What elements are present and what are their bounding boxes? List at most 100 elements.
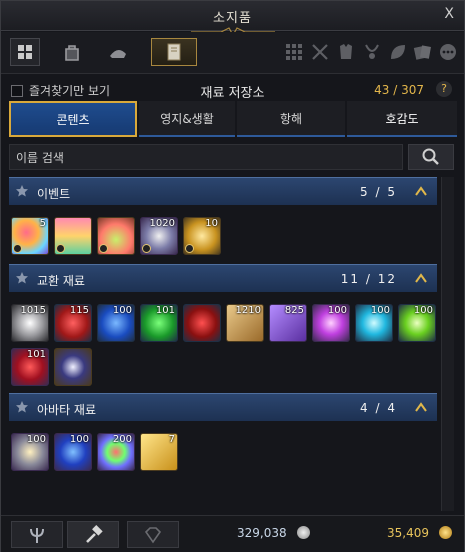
item-quantity: 115 — [69, 305, 89, 316]
item-quantity: 100 — [112, 305, 132, 316]
close-button[interactable]: X — [444, 6, 454, 22]
pet-tab[interactable] — [103, 38, 133, 66]
item-quantity: 101 — [155, 305, 175, 316]
favorite-star-icon[interactable] — [15, 184, 29, 198]
item-quantity: 1015 — [20, 305, 46, 316]
item-quantity: 1210 — [235, 305, 261, 316]
bag-icon — [65, 45, 79, 61]
event-mark-icon — [142, 244, 151, 253]
category-tabs: 콘텐츠 영지&생활 항해 호감도 — [9, 101, 457, 137]
material-storage-tab[interactable] — [151, 38, 197, 66]
rainbow-heart-item[interactable]: 5 — [11, 217, 49, 255]
gold-bars-item[interactable]: 7 — [140, 433, 178, 471]
leaf-icon — [391, 45, 405, 59]
lantern-item[interactable]: 100 — [11, 433, 49, 471]
book-icon — [167, 43, 181, 61]
crystal-star-item[interactable]: 1015 — [11, 304, 49, 342]
inventory-type-bar — [1, 32, 464, 74]
tab-territory-life[interactable]: 영지&생활 — [139, 101, 235, 137]
green-orb-item[interactable]: 100 — [398, 304, 436, 342]
cyan-orb-item[interactable]: 100 — [355, 304, 393, 342]
gold-coil-item[interactable]: 10 — [183, 217, 221, 255]
bag-tab[interactable] — [57, 38, 87, 66]
item-quantity: 100 — [26, 434, 46, 445]
diamond-icon — [144, 526, 162, 543]
material-list[interactable]: 이벤트 5 / 5 5 1020 10 교환 재료 11 / 12 1015 115 100 101… — [9, 177, 437, 511]
category-count: 11 / 12 — [340, 272, 397, 286]
map-scroll-item[interactable]: 1210 — [226, 304, 264, 342]
item-quantity: 100 — [69, 434, 89, 445]
window-title: 소지품 — [213, 11, 252, 26]
more-button[interactable] — [433, 38, 463, 66]
category-header[interactable]: 교환 재료 11 / 12 — [9, 264, 437, 292]
purple-orb-item[interactable]: 100 — [312, 304, 350, 342]
favorite-star-icon[interactable] — [15, 271, 29, 285]
item-quantity: 5 — [39, 218, 46, 229]
footer-bar: 329,038 35,409 — [1, 515, 464, 552]
hat-icon — [110, 49, 126, 58]
event-mark-icon — [99, 244, 108, 253]
event-mark-icon — [56, 244, 65, 253]
event-mark-icon — [13, 244, 22, 253]
gem-button[interactable] — [127, 521, 179, 548]
heart-creature-item[interactable] — [97, 217, 135, 255]
category-name: 이벤트 — [37, 187, 71, 201]
silver-amount: 329,038 — [237, 526, 287, 540]
search-input[interactable]: 이름 검색 — [9, 144, 403, 170]
category-header[interactable]: 아바타 재료 4 / 4 — [9, 393, 437, 421]
capacity-count: 43 / 307 — [374, 83, 424, 97]
silver-coin-icon — [297, 526, 310, 539]
gold-amount: 35,409 — [387, 526, 429, 540]
item-quantity: 200 — [112, 434, 132, 445]
category-name: 교환 재료 — [37, 274, 85, 288]
search-icon — [422, 148, 439, 165]
item-quantity: 100 — [327, 305, 347, 316]
purple-cloth-item[interactable]: 825 — [269, 304, 307, 342]
item-quantity: 10 — [205, 218, 218, 229]
necklace-icon — [365, 44, 379, 59]
grid-view-button[interactable] — [10, 38, 40, 66]
item-quantity: 1020 — [149, 218, 175, 229]
rainbow-potion-item[interactable]: 200 — [97, 433, 135, 471]
tab-rapport[interactable]: 호감도 — [347, 101, 457, 137]
cards-icon — [413, 45, 431, 60]
more-dots-icon — [440, 44, 456, 60]
gold-coin-icon — [439, 526, 452, 539]
item-quantity: 825 — [284, 305, 304, 316]
hammer-icon — [86, 524, 103, 543]
trident-icon — [30, 527, 44, 543]
grid-icon — [18, 45, 32, 59]
item-quantity: 100 — [370, 305, 390, 316]
red-crystal-item[interactable]: 115 — [54, 304, 92, 342]
search-button[interactable] — [408, 144, 454, 170]
category-count: 5 / 5 — [360, 185, 397, 199]
red-shards-item[interactable] — [183, 304, 221, 342]
chevron-up-icon[interactable] — [415, 402, 427, 412]
trident-button[interactable] — [11, 521, 63, 548]
chevron-up-icon[interactable] — [415, 186, 427, 196]
favorite-star-icon[interactable] — [15, 400, 29, 414]
item-quantity: 101 — [26, 349, 46, 360]
tab-sailing[interactable]: 항해 — [237, 101, 345, 137]
hammer-button[interactable] — [67, 521, 119, 548]
category-count: 4 / 4 — [360, 401, 397, 415]
shaved-ice-item[interactable] — [54, 217, 92, 255]
tab-contents[interactable]: 콘텐츠 — [9, 101, 137, 137]
category-header[interactable]: 이벤트 5 / 5 — [9, 177, 437, 205]
red-gems-item[interactable]: 101 — [11, 348, 49, 386]
inventory-window: 소지품 X 즐겨찾기만 보기 재료 저장소 43 / 307 ? 콘텐츠 영지&… — [0, 0, 465, 552]
item-quantity: 7 — [168, 434, 175, 445]
event-mark-icon — [185, 244, 194, 253]
blue-crystal-item[interactable]: 100 — [97, 304, 135, 342]
silver-coil-item[interactable]: 1020 — [140, 217, 178, 255]
blue-potion-item[interactable]: 100 — [54, 433, 92, 471]
armor-icon — [340, 44, 352, 59]
title-bar[interactable]: 소지품 X — [1, 1, 464, 37]
dark-pearl-item[interactable] — [54, 348, 92, 386]
help-button[interactable]: ? — [436, 81, 452, 97]
chevron-up-icon[interactable] — [415, 273, 427, 283]
green-crystal-item[interactable]: 101 — [140, 304, 178, 342]
scrollbar[interactable] — [441, 177, 454, 511]
category-name: 아바타 재료 — [37, 403, 97, 417]
dots-grid-icon — [286, 44, 302, 60]
